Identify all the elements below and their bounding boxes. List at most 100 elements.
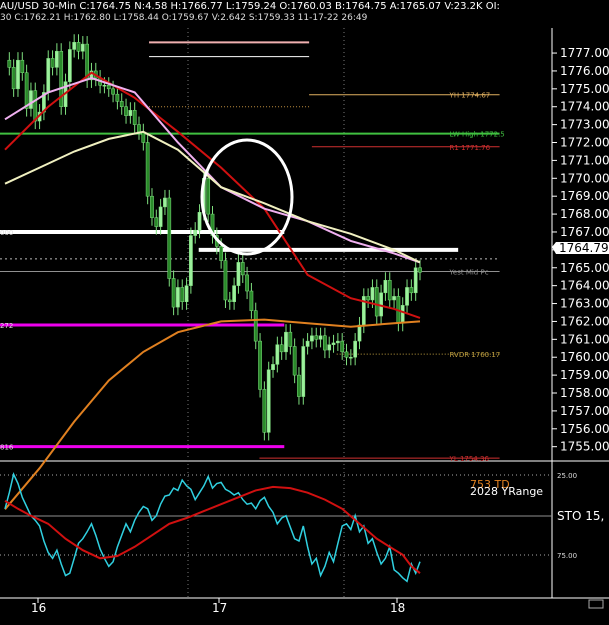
candle-body — [193, 229, 198, 236]
y-tick-label: 1757.00 — [560, 404, 609, 418]
chart-canvas: YH 1774.67 LW High 1772.5 R1 1771.76 000 Yes… — [0, 28, 609, 615]
candle-body — [240, 262, 245, 276]
candle-body — [262, 389, 267, 433]
candle-body — [223, 260, 228, 301]
corner-box[interactable] — [588, 599, 604, 609]
x-tick-label: 17 — [212, 601, 227, 615]
y-tick-label: 1771.00 — [560, 153, 609, 167]
candle-body — [331, 342, 336, 345]
candle-body — [189, 235, 193, 286]
level-label: LW High 1772.5 — [450, 131, 505, 139]
candle-body — [171, 278, 176, 308]
candle-body — [348, 356, 353, 359]
level-label: YL 1754.36 — [449, 455, 490, 463]
candle-body — [279, 344, 284, 353]
y-tick-label: 1774.00 — [560, 100, 609, 114]
candle-body — [400, 305, 405, 324]
candle-body — [271, 364, 275, 370]
candle-body — [245, 274, 249, 292]
level-label: YH 1774.67 — [449, 92, 491, 100]
candle-body — [206, 178, 211, 215]
level-label: RVDR 1760.17 — [450, 351, 501, 359]
candle-body — [67, 49, 72, 82]
candle-body — [232, 285, 236, 303]
price-tag-text: 1764.79 — [559, 241, 609, 255]
candle-body — [284, 331, 288, 353]
candle-body — [167, 197, 172, 279]
candle-body — [180, 287, 185, 303]
candle-body — [357, 324, 362, 342]
candle-body — [392, 296, 396, 301]
candle-body — [366, 296, 370, 301]
candle-body — [102, 85, 107, 87]
candle-body — [344, 351, 349, 358]
candle-body — [353, 340, 358, 358]
candle-body — [150, 195, 154, 218]
candle-body — [115, 93, 120, 102]
candle-body — [409, 287, 414, 294]
stoch-tick-label: 75.00 — [557, 552, 577, 560]
candle-body — [55, 51, 59, 68]
y-tick-label: 1773.00 — [560, 118, 609, 132]
candle-body — [11, 67, 16, 90]
candle-body — [387, 280, 392, 301]
candle-body — [318, 335, 323, 340]
candle-body — [275, 344, 280, 365]
candle-body — [236, 262, 241, 286]
candle-body — [72, 42, 77, 50]
candle-body — [137, 124, 141, 133]
y-tick-label: 1768.00 — [560, 207, 609, 221]
candle-body — [336, 340, 340, 344]
y-tick-label: 1775.00 — [560, 82, 609, 96]
candle-body — [219, 246, 223, 261]
y-tick-label: 1762.00 — [560, 314, 609, 328]
y-tick-label: 1760.00 — [560, 350, 609, 364]
candle-body — [33, 90, 38, 122]
candle-body — [305, 340, 310, 347]
y-tick-label: 1755.00 — [560, 440, 609, 454]
candle-body — [197, 212, 202, 231]
y-tick-label: 1763.00 — [560, 297, 609, 311]
y-tick-label: 1776.00 — [560, 64, 609, 78]
candle-body — [297, 374, 301, 397]
candle-body — [184, 285, 189, 303]
level-left-label: 272 — [0, 322, 13, 330]
candle-body — [301, 346, 306, 397]
candle-body — [340, 340, 345, 353]
candle-body — [266, 369, 271, 433]
candle-body — [76, 42, 81, 52]
candle-body — [310, 335, 314, 342]
candle-body — [253, 310, 258, 342]
candle-body — [132, 110, 137, 125]
candle-body — [370, 287, 375, 301]
orange-ma-line — [4, 318, 421, 510]
candle-body — [292, 346, 297, 376]
candle-body — [128, 110, 133, 116]
candle-body — [124, 106, 128, 116]
candle-body — [154, 217, 159, 227]
candle-body — [323, 335, 327, 351]
candle-body — [163, 197, 167, 208]
level-label: R1 1771.76 — [450, 144, 491, 152]
y-tick-label: 1777.00 — [560, 46, 609, 60]
y-tick-label: 1761.00 — [560, 332, 609, 346]
candle-body — [227, 299, 232, 303]
candle-body — [327, 344, 332, 351]
candle-body — [374, 287, 379, 317]
stoch-label-sto: STO 15, — [557, 509, 604, 523]
y-tick-label: 1772.00 — [560, 136, 609, 150]
candle-body — [119, 101, 124, 107]
candle-body — [314, 335, 319, 340]
candle-body — [20, 59, 25, 73]
y-tick-label: 1758.00 — [560, 386, 609, 400]
candle-body — [111, 88, 115, 95]
y-tick-label: 1765.00 — [560, 261, 609, 275]
red-ma-line — [4, 71, 421, 319]
stoch-label-yrange: 2028 YRange — [470, 485, 543, 498]
candle-body — [405, 287, 409, 306]
stoch-k-line — [4, 472, 421, 583]
candle-body — [413, 267, 418, 294]
candle-body — [249, 290, 254, 311]
level-label: Yest Mid Pc — [449, 269, 489, 277]
candle-body — [258, 340, 262, 390]
